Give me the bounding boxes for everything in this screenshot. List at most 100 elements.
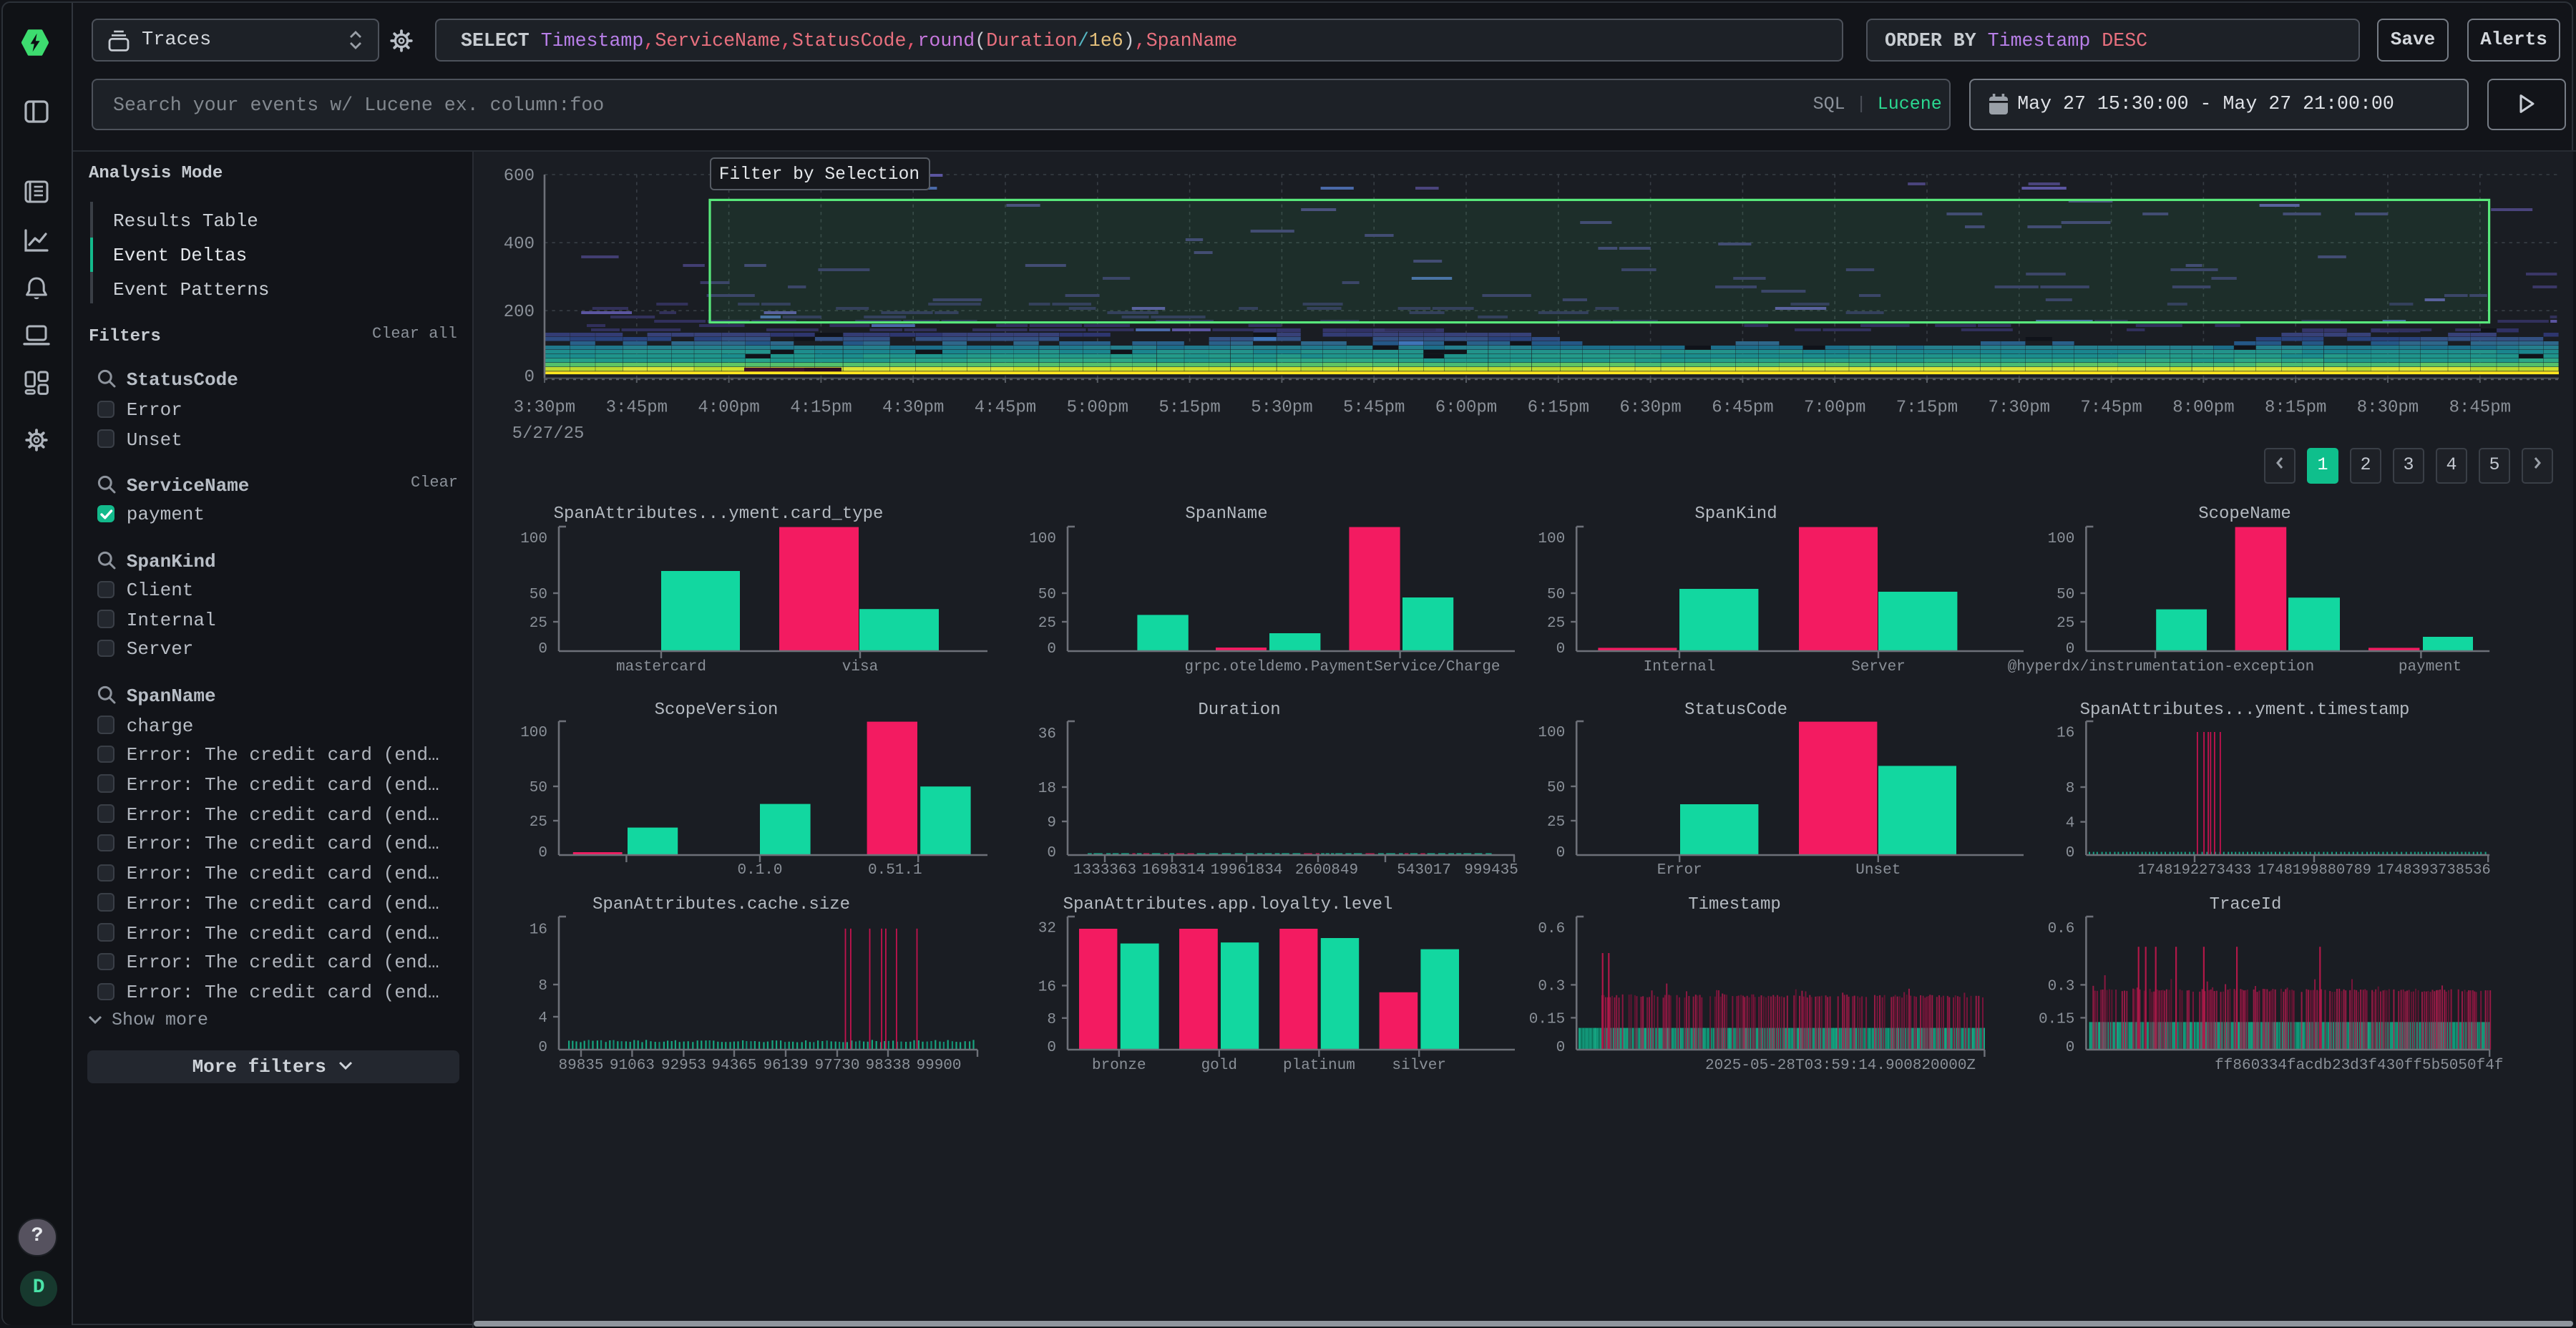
svg-text:50: 50 xyxy=(530,780,547,796)
svg-text:gold: gold xyxy=(1201,1058,1237,1074)
svg-text:0: 0 xyxy=(538,845,547,861)
svg-text:2600849: 2600849 xyxy=(1295,862,1358,879)
svg-text:0: 0 xyxy=(2066,641,2075,658)
svg-text:0.3: 0.3 xyxy=(1538,978,1565,995)
svg-text:6:00pm: 6:00pm xyxy=(1435,398,1497,417)
svg-text:8: 8 xyxy=(1047,1012,1056,1028)
svg-text:9: 9 xyxy=(1047,815,1056,831)
svg-text:50: 50 xyxy=(1547,780,1565,796)
svg-text:25: 25 xyxy=(530,814,547,831)
svg-text:silver: silver xyxy=(1392,1058,1446,1074)
svg-text:mastercard: mastercard xyxy=(616,659,706,675)
svg-text:ScopeVersion: ScopeVersion xyxy=(655,700,779,720)
svg-text:19961834: 19961834 xyxy=(1211,862,1283,879)
svg-text:ScopeName: ScopeName xyxy=(2198,504,2291,524)
svg-text:89835: 89835 xyxy=(558,1058,603,1074)
svg-text:1748199880789: 1748199880789 xyxy=(2258,862,2371,879)
svg-text:payment: payment xyxy=(2399,659,2462,675)
svg-text:0: 0 xyxy=(1556,1040,1566,1056)
svg-text:96139: 96139 xyxy=(763,1058,808,1074)
svg-text:7:00pm: 7:00pm xyxy=(1804,398,1865,417)
svg-text:Internal: Internal xyxy=(1644,659,1716,675)
svg-text:5:30pm: 5:30pm xyxy=(1251,398,1312,417)
svg-text:TraceId: TraceId xyxy=(2210,895,2282,914)
svg-text:7:15pm: 7:15pm xyxy=(1896,398,1958,417)
svg-text:SpanName: SpanName xyxy=(1185,504,1267,524)
svg-text:0.15: 0.15 xyxy=(1529,1011,1565,1027)
svg-text:100: 100 xyxy=(1538,725,1565,741)
svg-text:SpanAttributes.app.loyalty.lev: SpanAttributes.app.loyalty.level xyxy=(1063,895,1393,914)
svg-text:0: 0 xyxy=(2066,845,2075,861)
svg-text:32: 32 xyxy=(1038,920,1056,937)
svg-text:grpc.oteldemo.PaymentService/C: grpc.oteldemo.PaymentService/Charge xyxy=(1184,659,1500,675)
svg-text:0: 0 xyxy=(538,1040,547,1056)
svg-text:16: 16 xyxy=(1038,979,1056,995)
svg-text:16: 16 xyxy=(530,922,547,938)
svg-text:8: 8 xyxy=(2066,781,2075,797)
svg-text:0: 0 xyxy=(1556,641,1566,658)
svg-text:8:15pm: 8:15pm xyxy=(2265,398,2326,417)
svg-text:400: 400 xyxy=(504,235,535,254)
svg-text:100: 100 xyxy=(1029,531,1056,547)
svg-text:200: 200 xyxy=(504,303,535,322)
svg-text:0.6: 0.6 xyxy=(2048,921,2075,937)
svg-text:50: 50 xyxy=(1547,587,1565,603)
svg-text:1748192273433: 1748192273433 xyxy=(2137,862,2251,879)
svg-text:3:45pm: 3:45pm xyxy=(606,398,668,417)
svg-text:0: 0 xyxy=(1047,641,1056,658)
svg-text:8:30pm: 8:30pm xyxy=(2357,398,2419,417)
svg-text:visa: visa xyxy=(842,659,878,675)
svg-text:ff860334facdb23d3f430ff5b5050f: ff860334facdb23d3f430ff5b5050f4f xyxy=(2215,1058,2503,1074)
svg-text:6:30pm: 6:30pm xyxy=(1619,398,1681,417)
svg-text:0: 0 xyxy=(1047,1040,1056,1056)
svg-text:5:00pm: 5:00pm xyxy=(1067,398,1128,417)
svg-text:600: 600 xyxy=(504,167,535,186)
svg-text:98338: 98338 xyxy=(865,1058,910,1074)
svg-text:25: 25 xyxy=(1547,615,1565,632)
svg-text:5:15pm: 5:15pm xyxy=(1158,398,1220,417)
svg-text:99900: 99900 xyxy=(916,1058,961,1074)
svg-text:1333363: 1333363 xyxy=(1073,862,1136,879)
svg-text:7:30pm: 7:30pm xyxy=(1989,398,2050,417)
svg-text:100: 100 xyxy=(2048,531,2075,547)
svg-text:94365: 94365 xyxy=(711,1058,756,1074)
svg-text:SpanAttributes.cache.size: SpanAttributes.cache.size xyxy=(592,895,850,914)
svg-text:97730: 97730 xyxy=(814,1058,859,1074)
svg-text:8:45pm: 8:45pm xyxy=(2449,398,2511,417)
svg-text:50: 50 xyxy=(530,587,547,603)
svg-text:92953: 92953 xyxy=(661,1058,706,1074)
svg-text:0: 0 xyxy=(538,641,547,658)
svg-text:4: 4 xyxy=(538,1010,547,1027)
svg-text:25: 25 xyxy=(1038,615,1056,632)
svg-text:91063: 91063 xyxy=(610,1058,655,1074)
svg-text:0: 0 xyxy=(1047,845,1056,861)
svg-text:16: 16 xyxy=(2057,726,2074,742)
svg-text:4:45pm: 4:45pm xyxy=(975,398,1036,417)
svg-text:0.6: 0.6 xyxy=(1538,921,1565,937)
svg-text:Duration: Duration xyxy=(1198,700,1280,720)
svg-text:Error: Error xyxy=(1657,862,1702,879)
svg-text:4:15pm: 4:15pm xyxy=(790,398,852,417)
svg-text:0.1.0: 0.1.0 xyxy=(737,862,782,879)
svg-text:100: 100 xyxy=(520,531,547,547)
svg-text:@hyperdx/instrumentation-excep: @hyperdx/instrumentation-exception xyxy=(2008,659,2314,675)
svg-text:4: 4 xyxy=(2066,816,2075,832)
svg-text:6:45pm: 6:45pm xyxy=(1712,398,1773,417)
svg-text:Timestamp: Timestamp xyxy=(1688,895,1781,914)
svg-text:25: 25 xyxy=(2057,615,2074,632)
svg-text:platinum: platinum xyxy=(1283,1058,1355,1074)
svg-text:36: 36 xyxy=(1038,726,1056,743)
svg-text:50: 50 xyxy=(2057,587,2074,603)
svg-text:543017: 543017 xyxy=(1397,862,1451,879)
svg-text:Unset: Unset xyxy=(1855,862,1901,879)
svg-text:1748393738536: 1748393738536 xyxy=(2377,862,2491,879)
svg-text:0.15: 0.15 xyxy=(2039,1011,2074,1027)
svg-text:5:45pm: 5:45pm xyxy=(1343,398,1405,417)
svg-text:0: 0 xyxy=(1556,845,1566,861)
svg-text:SpanAttributes...yment.timesta: SpanAttributes...yment.timestamp xyxy=(2080,700,2410,720)
svg-text:18: 18 xyxy=(1038,781,1056,797)
svg-text:Server: Server xyxy=(1851,659,1906,675)
svg-text:0: 0 xyxy=(2066,1040,2075,1056)
svg-text:50: 50 xyxy=(1038,587,1056,603)
svg-text:0.51.1: 0.51.1 xyxy=(868,862,922,879)
